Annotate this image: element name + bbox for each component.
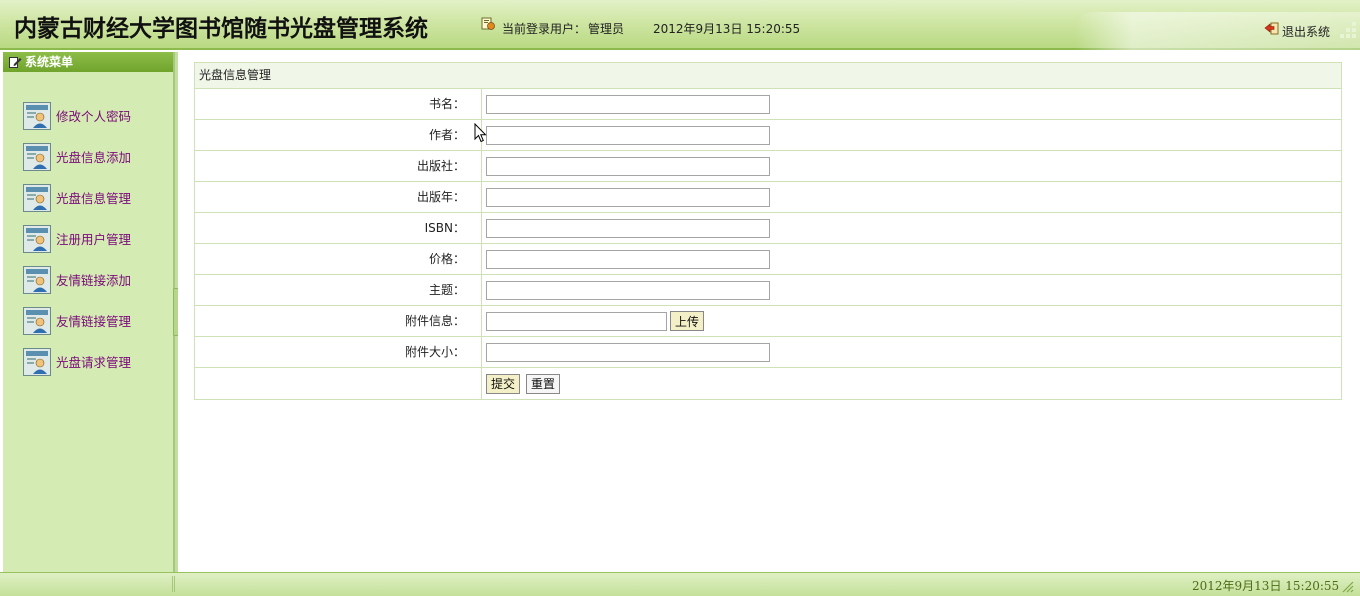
form-row-isbn: ISBN： xyxy=(195,213,1341,244)
form-row-subject: 主题： xyxy=(195,275,1341,306)
form-row-price: 价格： xyxy=(195,244,1341,275)
publish-year-input[interactable] xyxy=(486,187,770,207)
book-title-label: 书名： xyxy=(195,89,482,119)
sidebar-item-disc-add[interactable]: 光盘信息添加 xyxy=(3,136,173,177)
book-title-input[interactable] xyxy=(486,94,770,114)
publisher-input[interactable] xyxy=(486,156,770,176)
mouse-cursor-icon xyxy=(474,123,487,143)
sidebar-item-user-manage[interactable]: 注册用户管理 xyxy=(3,218,173,259)
disc-form-panel: 光盘信息管理 书名： 作者： 出版社： 出版年： ISBN： 价格： 主题： 附… xyxy=(194,62,1342,400)
top-header: 内蒙古财经大学图书馆随书光盘管理系统 当前登录用户： 管理员 2012年9月13日… xyxy=(0,0,1360,50)
sidebar-title: 系统菜单 xyxy=(25,55,74,69)
form-row-attachment: 附件信息： 上传 xyxy=(195,306,1341,337)
sidebar-item-label: 光盘信息添加 xyxy=(56,150,132,165)
sidebar-item-change-password[interactable]: 修改个人密码 xyxy=(3,95,173,136)
status-bar: 2012年9月13日 15:20:55 xyxy=(0,572,1360,596)
price-label: 价格： xyxy=(195,244,482,274)
isbn-input[interactable] xyxy=(486,218,770,238)
user-form-icon xyxy=(23,347,51,376)
actions-label-cell xyxy=(195,368,482,399)
sidebar-item-label: 友情链接管理 xyxy=(56,314,132,329)
sidebar-header: 系统菜单 xyxy=(3,52,173,72)
current-user-icon xyxy=(481,17,495,30)
status-bar-datetime: 2012年9月13日 15:20:55 xyxy=(1192,579,1340,593)
attachment-label: 附件信息： xyxy=(195,306,482,336)
resize-grip-icon[interactable] xyxy=(1340,579,1354,593)
author-input[interactable] xyxy=(486,125,770,145)
app-title: 内蒙古财经大学图书馆随书光盘管理系统 xyxy=(14,15,428,42)
current-user-label: 当前登录用户： xyxy=(502,22,587,36)
current-user-info: 当前登录用户： 管理员 xyxy=(500,20,624,37)
sidebar-item-label: 光盘信息管理 xyxy=(56,191,132,206)
sidebar-item-disc-manage[interactable]: 光盘信息管理 xyxy=(3,177,173,218)
form-row-actions: 提交 重置 xyxy=(195,368,1341,399)
user-form-icon xyxy=(23,183,51,212)
header-datetime: 2012年9月13日 15:20:55 xyxy=(653,22,801,36)
panel-title: 光盘信息管理 xyxy=(195,63,1341,89)
edit-menu-icon xyxy=(9,57,22,68)
user-form-icon xyxy=(23,224,51,253)
submit-button[interactable]: 提交 xyxy=(486,373,521,394)
author-label: 作者： xyxy=(195,120,482,150)
upload-button[interactable]: 上传 xyxy=(670,311,705,331)
sidebar-item-label: 修改个人密码 xyxy=(56,109,132,124)
user-form-icon xyxy=(23,142,51,171)
sidebar-item-label: 友情链接添加 xyxy=(56,273,132,288)
subject-input[interactable] xyxy=(486,280,770,300)
sidebar: 系统菜单 修改个人密码 光盘信息添加 光盘信息管理 注册用户管理 友情链接添加 … xyxy=(3,52,174,572)
price-input[interactable] xyxy=(486,249,770,269)
attachment-size-input[interactable] xyxy=(486,342,770,362)
sidebar-item-label: 光盘请求管理 xyxy=(56,355,132,370)
form-row-author: 作者： xyxy=(195,120,1341,151)
logout-label: 退出系统 xyxy=(1282,25,1331,39)
user-form-icon xyxy=(23,265,51,294)
main-content: 光盘信息管理 书名： 作者： 出版社： 出版年： ISBN： 价格： 主题： 附… xyxy=(178,52,1360,572)
isbn-label: ISBN： xyxy=(195,213,482,243)
publisher-label: 出版社： xyxy=(195,151,482,181)
form-row-attachment-size: 附件大小： xyxy=(195,337,1341,368)
form-row-publisher: 出版社： xyxy=(195,151,1341,182)
sidebar-item-link-add[interactable]: 友情链接添加 xyxy=(3,259,173,300)
form-row-book-title: 书名： xyxy=(195,89,1341,120)
logout-button[interactable]: 退出系统 xyxy=(1264,17,1330,40)
attachment-input[interactable] xyxy=(486,311,667,331)
sidebar-item-disc-request[interactable]: 光盘请求管理 xyxy=(3,341,173,382)
sidebar-item-link-manage[interactable]: 友情链接管理 xyxy=(3,300,173,341)
current-user-name: 管理员 xyxy=(588,22,625,36)
subject-label: 主题： xyxy=(195,275,482,305)
logout-icon xyxy=(1264,22,1279,34)
status-bar-divider xyxy=(172,576,175,592)
attachment-size-label: 附件大小： xyxy=(195,337,482,367)
user-form-icon xyxy=(23,101,51,130)
sidebar-item-label: 注册用户管理 xyxy=(56,232,132,247)
reset-button[interactable]: 重置 xyxy=(526,373,561,394)
publish-year-label: 出版年： xyxy=(195,182,482,212)
form-row-publish-year: 出版年： xyxy=(195,182,1341,213)
header-dots-decoration xyxy=(1340,22,1356,38)
user-form-icon xyxy=(23,306,51,335)
sidebar-menu: 修改个人密码 光盘信息添加 光盘信息管理 注册用户管理 友情链接添加 友情链接管… xyxy=(3,95,173,382)
